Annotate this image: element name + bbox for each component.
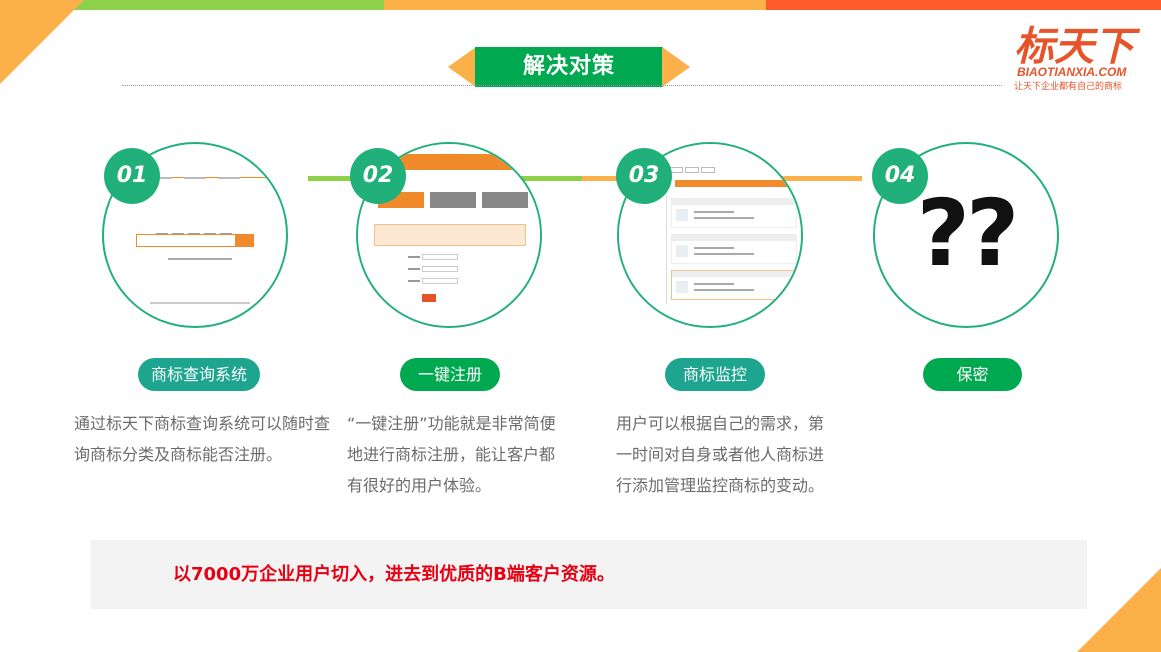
title-arrow-left-icon [448, 47, 476, 87]
logo-main-text: 标天下 [1014, 24, 1134, 70]
step-number-badge: 02 [350, 148, 406, 204]
step-description: 通过标天下商标查询系统可以随时查询商标分类及商标能否注册。 [74, 414, 331, 464]
step-label-one-click-register: 一键注册 [400, 358, 500, 391]
step-description: “一键注册”功能就是非常简便地进行商标注册，能让客户都有很好的用户体验。 [347, 414, 556, 495]
step-label-confidential: 保密 [923, 358, 1022, 391]
top-bar-orange [384, 0, 766, 10]
bottom-highlight-text: 以7000万企业用户切入，进去到优质的B端客户资源。 [173, 564, 615, 585]
title-banner: 解决对策 [448, 47, 690, 87]
title-divider [122, 85, 1002, 86]
step-description: 用户可以根据自己的需求，第一时间对自身或者他人商标进行添加管理监控商标的变动。 [616, 414, 825, 495]
page-title: 解决对策 [475, 47, 663, 87]
logo-english-text: BIAOTIANXIA.COM [1017, 65, 1127, 79]
corner-triangle-bottom-right [1077, 568, 1161, 652]
title-arrow-right-icon [662, 47, 690, 87]
step-number-badge: 03 [616, 148, 672, 204]
step-label-trademark-search: 商标查询系统 [138, 358, 260, 391]
step-number-badge: 04 [872, 148, 928, 204]
logo: 标天下 BIAOTIANXIA.COM 让天下企业都有自己的商标 [1014, 24, 1150, 92]
top-bar-red [766, 0, 1161, 10]
corner-triangle-top-left [0, 0, 84, 84]
slide: 解决对策 标天下 BIAOTIANXIA.COM 让天下企业都有自己的商标 01 [0, 0, 1161, 652]
logo-slogan: 让天下企业都有自己的商标 [1014, 82, 1123, 92]
bottom-banner: 以7000万企业用户切入，进去到优质的B端客户资源。 [91, 540, 1087, 609]
step-label-trademark-monitor: 商标监控 [665, 358, 765, 391]
step-number-badge: 01 [104, 148, 160, 204]
